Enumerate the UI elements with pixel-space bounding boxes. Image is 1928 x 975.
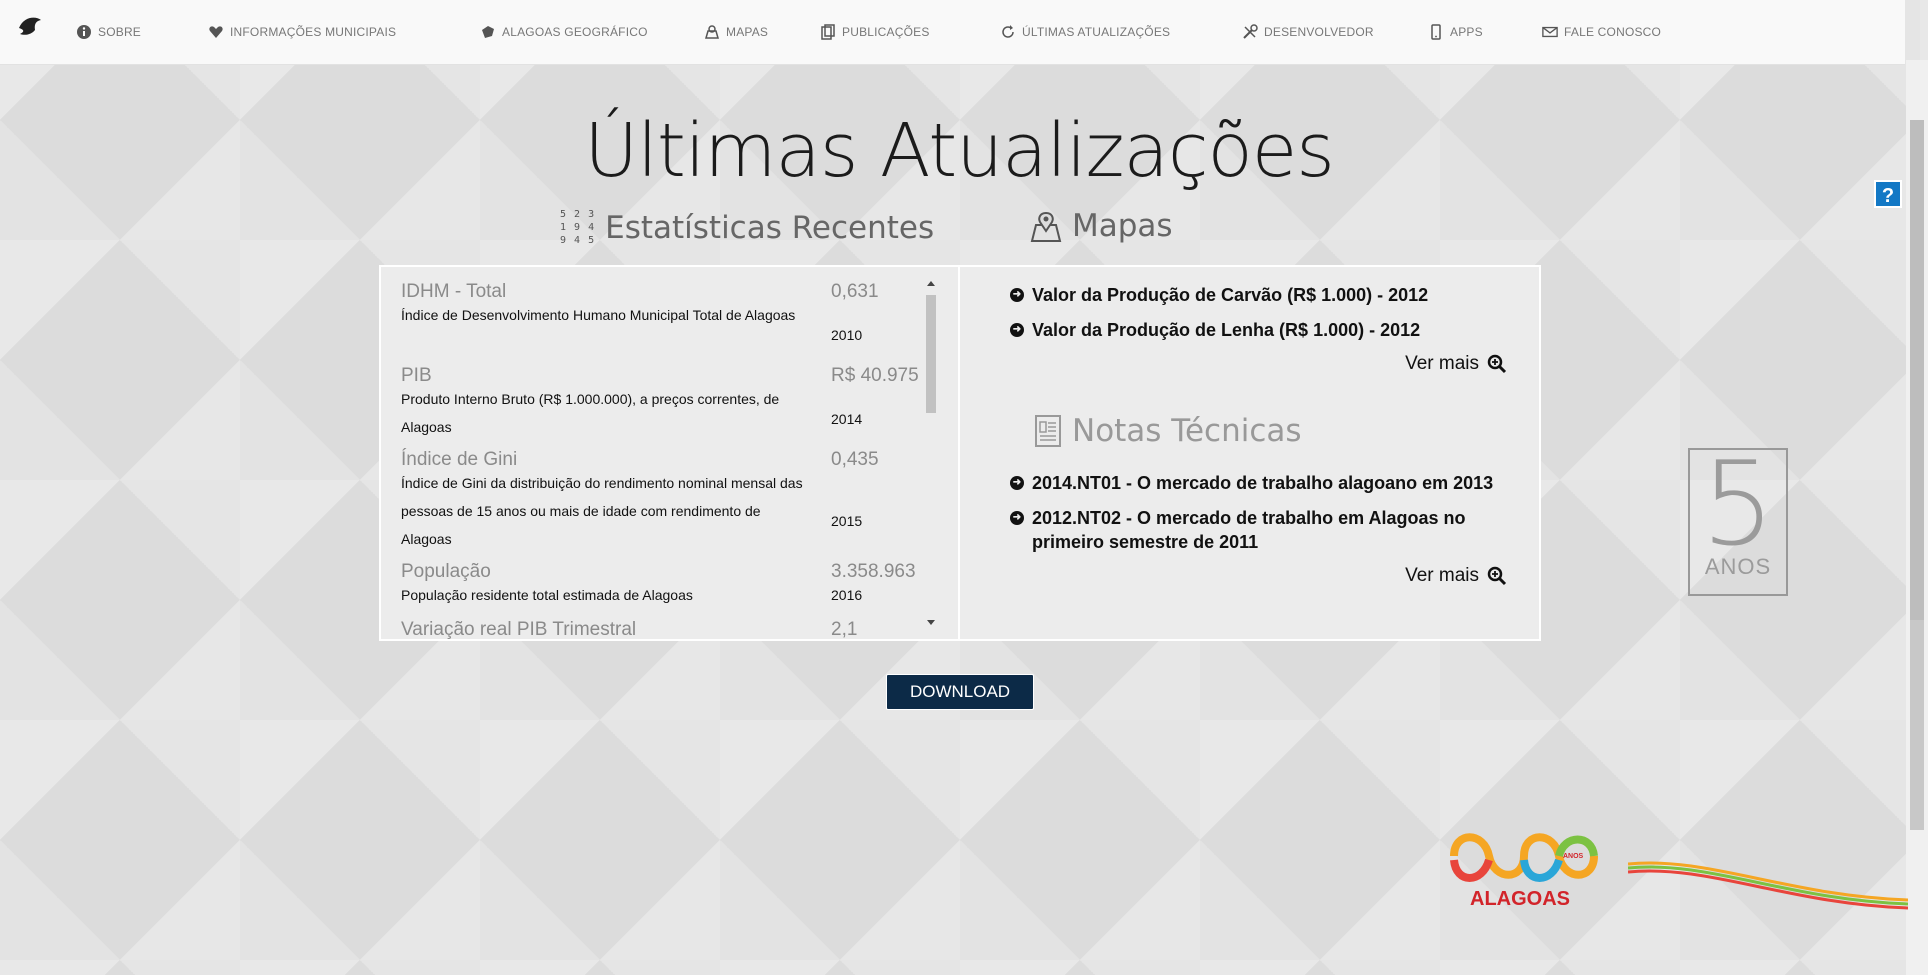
maps-title-text: Mapas <box>1072 208 1173 244</box>
map-link[interactable]: ➜ Valor da Produção de Lenha (R$ 1.000) … <box>1010 318 1530 342</box>
page-scroll-thumb[interactable] <box>1910 620 1924 830</box>
map-link-label: Valor da Produção de Carvão (R$ 1.000) -… <box>1032 285 1429 305</box>
stat-title: IDHM - Total <box>401 281 507 302</box>
map-heart-icon <box>209 26 223 38</box>
download-button[interactable]: DOWNLOAD <box>886 674 1034 710</box>
scroll-down-icon[interactable] <box>927 620 935 625</box>
note-link[interactable]: ➜ 2014.NT01 - O mercado de trabalho alag… <box>1010 471 1530 495</box>
mobile-icon <box>1431 24 1441 40</box>
stats-section-title: 5 2 3 1 9 4 9 4 5 Estatísticas Recentes <box>560 208 934 247</box>
stat-year: 2010 <box>831 327 863 343</box>
five-years-badge: 5 ANOS <box>1688 437 1788 596</box>
info-icon <box>77 25 91 39</box>
document-lines-icon <box>1035 415 1061 447</box>
stat-description: Produto Interno Bruto (R$ 1.000.000), a … <box>401 391 780 435</box>
arrow-circle-icon: ➜ <box>1010 323 1024 337</box>
scroll-thumb[interactable] <box>926 295 936 413</box>
nav-item-label: PUBLICAÇÕES <box>842 25 930 39</box>
documents-icon <box>821 24 835 40</box>
nav-item-alagoas-geografico[interactable]: ALAGOAS GEOGRÁFICO <box>480 24 648 40</box>
maps-notes-panel: ➜ Valor da Produção de Carvão (R$ 1.000)… <box>958 265 1541 641</box>
map-link[interactable]: ➜ Valor da Produção de Carvão (R$ 1.000)… <box>1010 283 1530 307</box>
nav-item-informacoes-municipais[interactable]: INFORMAÇÕES MUNICIPAIS <box>208 24 396 40</box>
page-title: Últimas Atualizações <box>584 108 1335 194</box>
nav-item-label: ALAGOAS GEOGRÁFICO <box>502 25 648 39</box>
ver-mais-label: Ver mais <box>1405 353 1479 374</box>
maps-ver-mais-link[interactable]: Ver mais <box>1405 353 1507 375</box>
stat-title: Variação real PIB Trimestral <box>401 619 637 640</box>
tools-icon <box>1243 24 1258 39</box>
nav-item-ultimas-atualizacoes[interactable]: ÚLTIMAS ATUALIZAÇÕES <box>1000 24 1170 40</box>
refresh-icon <box>1002 25 1014 38</box>
stats-title-text: Estatísticas Recentes <box>605 209 935 246</box>
note-link-label: 2012.NT02 - O mercado de trabalho em Ala… <box>1032 508 1466 552</box>
bird-logo-icon[interactable] <box>16 12 44 40</box>
numbers-grid-icon: 5 2 3 1 9 4 9 4 5 <box>560 209 596 246</box>
nav-item-desenvolvedor[interactable]: DESENVOLVEDOR <box>1242 24 1374 40</box>
stat-description: População residente total estimada de Al… <box>401 587 693 603</box>
notes-ver-mais-link[interactable]: Ver mais <box>1405 565 1507 587</box>
top-nav: SOBRE INFORMAÇÕES MUNICIPAIS ALAGOAS GEO… <box>0 0 1905 65</box>
scroll-up-icon[interactable] <box>927 281 935 286</box>
arrow-circle-icon: ➜ <box>1010 476 1024 490</box>
mail-icon <box>1542 26 1558 38</box>
color-wave-decoration <box>1628 861 1908 910</box>
map-pin-icon <box>1030 211 1062 242</box>
badge-number: 5 <box>1701 437 1775 572</box>
arrow-circle-icon: ➜ <box>1010 288 1024 302</box>
nav-item-label: APPS <box>1450 25 1483 39</box>
nav-item-mapas[interactable]: MAPAS <box>704 24 768 40</box>
stat-year: 2015 <box>831 513 863 529</box>
stat-title: População <box>401 561 491 582</box>
stat-value: 0,631 <box>831 281 879 302</box>
help-button[interactable]: ? <box>1874 180 1902 208</box>
page-scrollbar[interactable] <box>1906 60 1928 975</box>
nav-item-apps[interactable]: APPS <box>1428 24 1483 40</box>
stat-title: Índice de Gini <box>401 449 518 470</box>
stat-title: PIB <box>401 365 432 386</box>
stat-value: 0,435 <box>831 449 879 470</box>
zoom-search-icon <box>1487 566 1507 586</box>
note-link[interactable]: ➜ 2012.NT02 - O mercado de trabalho em A… <box>1010 506 1490 554</box>
stat-value: 3.358.963 <box>831 561 916 582</box>
nav-item-label: ÚLTIMAS ATUALIZAÇÕES <box>1022 25 1171 39</box>
nav-item-sobre[interactable]: SOBRE <box>76 24 141 40</box>
maps-section-title: Mapas <box>1030 208 1173 244</box>
nav-item-label: INFORMAÇÕES MUNICIPAIS <box>230 25 397 39</box>
page-scroll-track <box>1910 120 1924 640</box>
nav-item-label: MAPAS <box>726 25 769 39</box>
stats-panel[interactable]: IDHM - Total 0,631 Índice de Desenvolvim… <box>379 265 960 641</box>
ver-mais-label: Ver mais <box>1405 565 1479 586</box>
zoom-search-icon <box>1487 354 1507 374</box>
note-link-label: 2014.NT01 - O mercado de trabalho alagoa… <box>1032 473 1494 493</box>
nav-item-label: DESENVOLVEDOR <box>1264 25 1374 39</box>
state-shape-icon <box>482 26 494 38</box>
stat-value: R$ 40.975 <box>831 365 919 386</box>
notes-section-title: Notas Técnicas <box>1034 413 1302 449</box>
stat-description: Índice de Desenvolvimento Humano Municip… <box>401 307 796 323</box>
notes-title-text: Notas Técnicas <box>1072 413 1302 449</box>
nav-item-fale-conosco[interactable]: FALE CONOSCO <box>1542 24 1661 40</box>
arrow-circle-icon: ➜ <box>1010 511 1024 525</box>
stat-description: Índice de Gini da distribuição do rendim… <box>401 475 803 547</box>
map-pin-icon <box>705 25 719 39</box>
nav-item-publicacoes[interactable]: PUBLICAÇÕES <box>820 24 930 40</box>
nav-item-label: SOBRE <box>98 25 142 39</box>
stat-value: 2,1 <box>831 619 858 640</box>
stats-scrollbar[interactable] <box>924 277 938 627</box>
brand-name: ALAGOAS <box>1470 888 1570 910</box>
nav-item-label: FALE CONOSCO <box>1564 25 1662 39</box>
stat-year: 2016 <box>831 587 863 603</box>
brand-small-text: ANOS <box>1563 853 1584 860</box>
map-link-label: Valor da Produção de Lenha (R$ 1.000) - … <box>1032 320 1421 340</box>
stat-year: 2014 <box>831 411 863 427</box>
